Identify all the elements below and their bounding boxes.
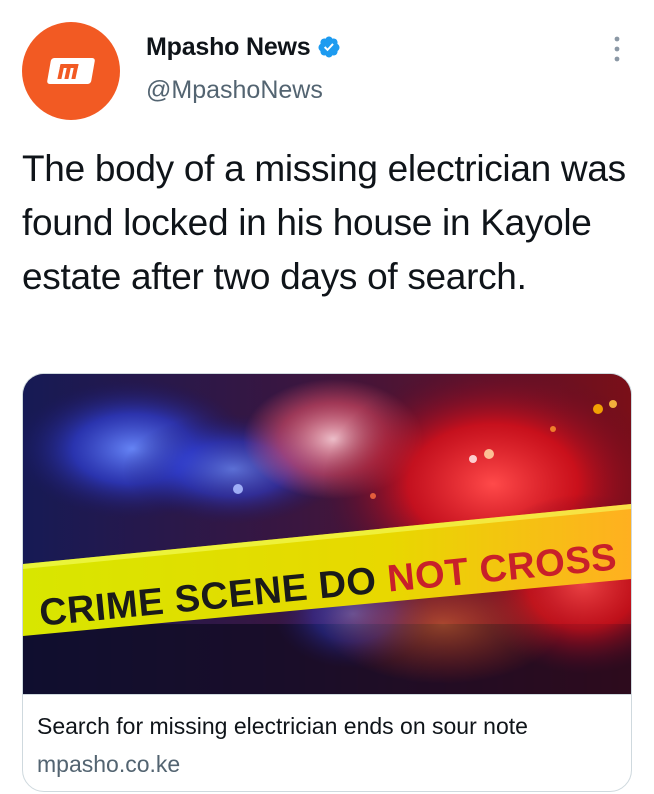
more-vertical-icon[interactable] bbox=[604, 34, 630, 64]
card-domain[interactable]: mpasho.co.ke bbox=[37, 751, 180, 778]
avatar[interactable] bbox=[22, 22, 120, 120]
mpasho-logo-text bbox=[22, 58, 120, 84]
tweet-text: The body of a missing electrician was fo… bbox=[22, 148, 626, 297]
account-handle[interactable]: @MpashoNews bbox=[146, 76, 323, 105]
name-row: Mpasho News bbox=[146, 30, 341, 64]
tweet: Mpasho News @MpashoNews The body of a mi… bbox=[0, 0, 654, 794]
crime-scene-image[interactable]: CRIME SCENE DO NOT CROSS bbox=[23, 374, 631, 694]
display-name[interactable]: Mpasho News bbox=[146, 33, 311, 62]
card-title[interactable]: Search for missing electrician ends on s… bbox=[37, 713, 528, 740]
mpasho-logo-icon bbox=[57, 64, 79, 79]
card-footer[interactable]: Search for missing electrician ends on s… bbox=[23, 694, 631, 791]
link-card[interactable]: CRIME SCENE DO NOT CROSS Search for miss… bbox=[22, 373, 632, 792]
verified-badge-icon bbox=[318, 36, 339, 58]
